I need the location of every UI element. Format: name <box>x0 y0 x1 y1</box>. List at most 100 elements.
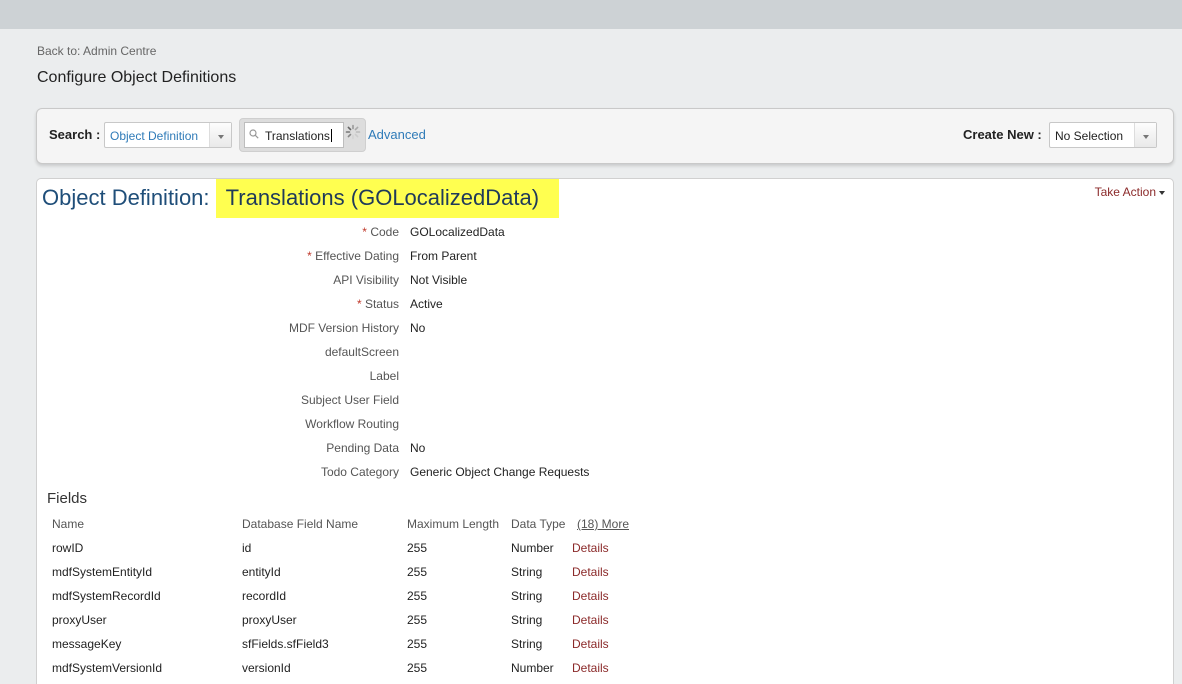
required-asterisk: * <box>307 249 316 263</box>
field-name-cell: rowID <box>52 541 84 555</box>
property-label: Pending Data <box>39 441 399 455</box>
property-label-text: Subject User Field <box>300 393 399 407</box>
property-row: Pending Data No <box>37 441 737 465</box>
loading-spinner-icon <box>345 124 361 140</box>
data-type-cell: String <box>511 613 543 627</box>
property-label: Workflow Routing <box>39 417 399 431</box>
max-length-cell: 255 <box>407 565 428 579</box>
chevron-down-icon[interactable] <box>209 123 231 147</box>
object-definition-panel: Object Definition: Translations (GOLocal… <box>36 178 1174 684</box>
object-title-prefix: Object Definition: <box>42 185 216 210</box>
chevron-down-icon[interactable] <box>1134 123 1156 147</box>
field-name-cell: messageKey <box>52 637 122 651</box>
fields-heading: Fields <box>47 490 88 507</box>
max-length-cell: 255 <box>407 661 428 675</box>
text-caret <box>330 129 332 142</box>
property-row: MDF Version History No <box>37 321 737 345</box>
details-link[interactable]: Details <box>572 541 609 555</box>
property-label-text: Status <box>364 297 399 311</box>
page-title: Configure Object Definitions <box>37 69 237 86</box>
max-length-cell: 255 <box>407 637 428 651</box>
object-type-select[interactable]: Object Definition <box>104 122 232 148</box>
data-type-cell: Number <box>511 541 554 555</box>
db-field-name-cell: sfFields.sfField3 <box>242 637 329 651</box>
property-label: Label <box>39 369 399 383</box>
property-row: * Status Active <box>37 297 737 321</box>
search-field-wrapper: Translations <box>239 118 366 152</box>
details-link[interactable]: Details <box>572 565 609 579</box>
top-banner <box>0 0 1182 29</box>
property-label: * Code <box>39 225 399 239</box>
property-value: Active <box>410 297 443 311</box>
details-link[interactable]: Details <box>572 661 609 675</box>
advanced-search-link[interactable]: Advanced <box>368 127 426 142</box>
property-label-text: API Visibility <box>333 273 399 287</box>
search-query: Translations <box>265 129 330 143</box>
col-header-data-type: Data Type <box>511 517 566 531</box>
property-value: From Parent <box>410 249 477 263</box>
object-type-value: Object Definition <box>110 129 199 143</box>
back-to-admin-link[interactable]: Back to: Admin Centre <box>37 44 156 58</box>
field-name-cell: mdfSystemEntityId <box>52 565 153 579</box>
db-field-name-cell: recordId <box>242 589 287 603</box>
db-field-name-cell: proxyUser <box>242 613 297 627</box>
data-type-cell: String <box>511 565 543 579</box>
data-type-cell: Number <box>511 661 554 675</box>
details-link[interactable]: Details <box>572 637 609 651</box>
details-link[interactable]: Details <box>572 589 609 603</box>
property-row: API Visibility Not Visible <box>37 273 737 297</box>
db-field-name-cell: versionId <box>242 661 291 675</box>
data-type-cell: String <box>511 589 543 603</box>
property-value: Generic Object Change Requests <box>410 465 590 479</box>
create-new-select[interactable]: No Selection <box>1049 122 1157 148</box>
col-header-db-field: Database Field Name <box>242 517 359 531</box>
property-label: * Status <box>39 297 399 311</box>
search-label: Search : <box>49 127 101 142</box>
property-row: Subject User Field <box>37 393 737 417</box>
property-label: * Effective Dating <box>39 249 399 263</box>
property-row: * Effective Dating From Parent <box>37 249 737 273</box>
col-header-name: Name <box>52 517 85 531</box>
required-asterisk: * <box>356 297 365 311</box>
col-header-max-length: Maximum Length <box>407 517 500 531</box>
property-row: Workflow Routing <box>37 417 737 441</box>
property-label: MDF Version History <box>39 321 399 335</box>
property-row: defaultScreen <box>37 345 737 369</box>
property-value: No <box>410 441 426 455</box>
property-label: Subject User Field <box>39 393 399 407</box>
db-field-name-cell: id <box>242 541 252 555</box>
property-row: Todo Category Generic Object Change Reque… <box>37 465 737 489</box>
property-label-text: defaultScreen <box>324 345 399 359</box>
max-length-cell: 255 <box>407 613 428 627</box>
property-label-text: Effective Dating <box>315 249 399 263</box>
field-name-cell: mdfSystemRecordId <box>52 589 161 603</box>
more-columns-link[interactable]: (18) More <box>577 517 629 531</box>
object-definition-title: Object Definition: Translations (GOLocal… <box>42 179 560 218</box>
property-label-text: Pending Data <box>326 441 399 455</box>
data-type-cell: String <box>511 637 543 651</box>
property-label-text: Code <box>370 225 399 239</box>
object-name-highlighted: Translations (GOLocalizedData) <box>215 179 560 218</box>
field-name-cell: proxyUser <box>52 613 107 627</box>
property-label: defaultScreen <box>39 345 399 359</box>
caret-down-icon <box>1159 191 1165 195</box>
property-label-text: Todo Category <box>320 465 399 479</box>
details-link[interactable]: Details <box>572 613 609 627</box>
take-action-label: Take Action <box>1094 185 1156 199</box>
field-name-cell: mdfSystemVersionId <box>52 661 163 675</box>
property-value: Not Visible <box>410 273 468 287</box>
property-label: API Visibility <box>39 273 399 287</box>
search-input[interactable]: Translations <box>244 122 344 148</box>
max-length-cell: 255 <box>407 541 428 555</box>
property-label-text: Workflow Routing <box>305 417 399 431</box>
property-value: GOLocalizedData <box>410 225 505 239</box>
db-field-name-cell: entityId <box>242 565 281 579</box>
search-icon <box>249 129 259 139</box>
max-length-cell: 255 <box>407 589 428 603</box>
property-value: No <box>410 321 426 335</box>
property-label-text: Label <box>369 369 399 383</box>
property-row: * Code GOLocalizedData <box>37 225 737 249</box>
search-panel: Search : Object Definition Translations <box>36 108 1174 164</box>
create-new-value: No Selection <box>1055 129 1124 143</box>
take-action-menu[interactable]: Take Action <box>1095 185 1165 199</box>
